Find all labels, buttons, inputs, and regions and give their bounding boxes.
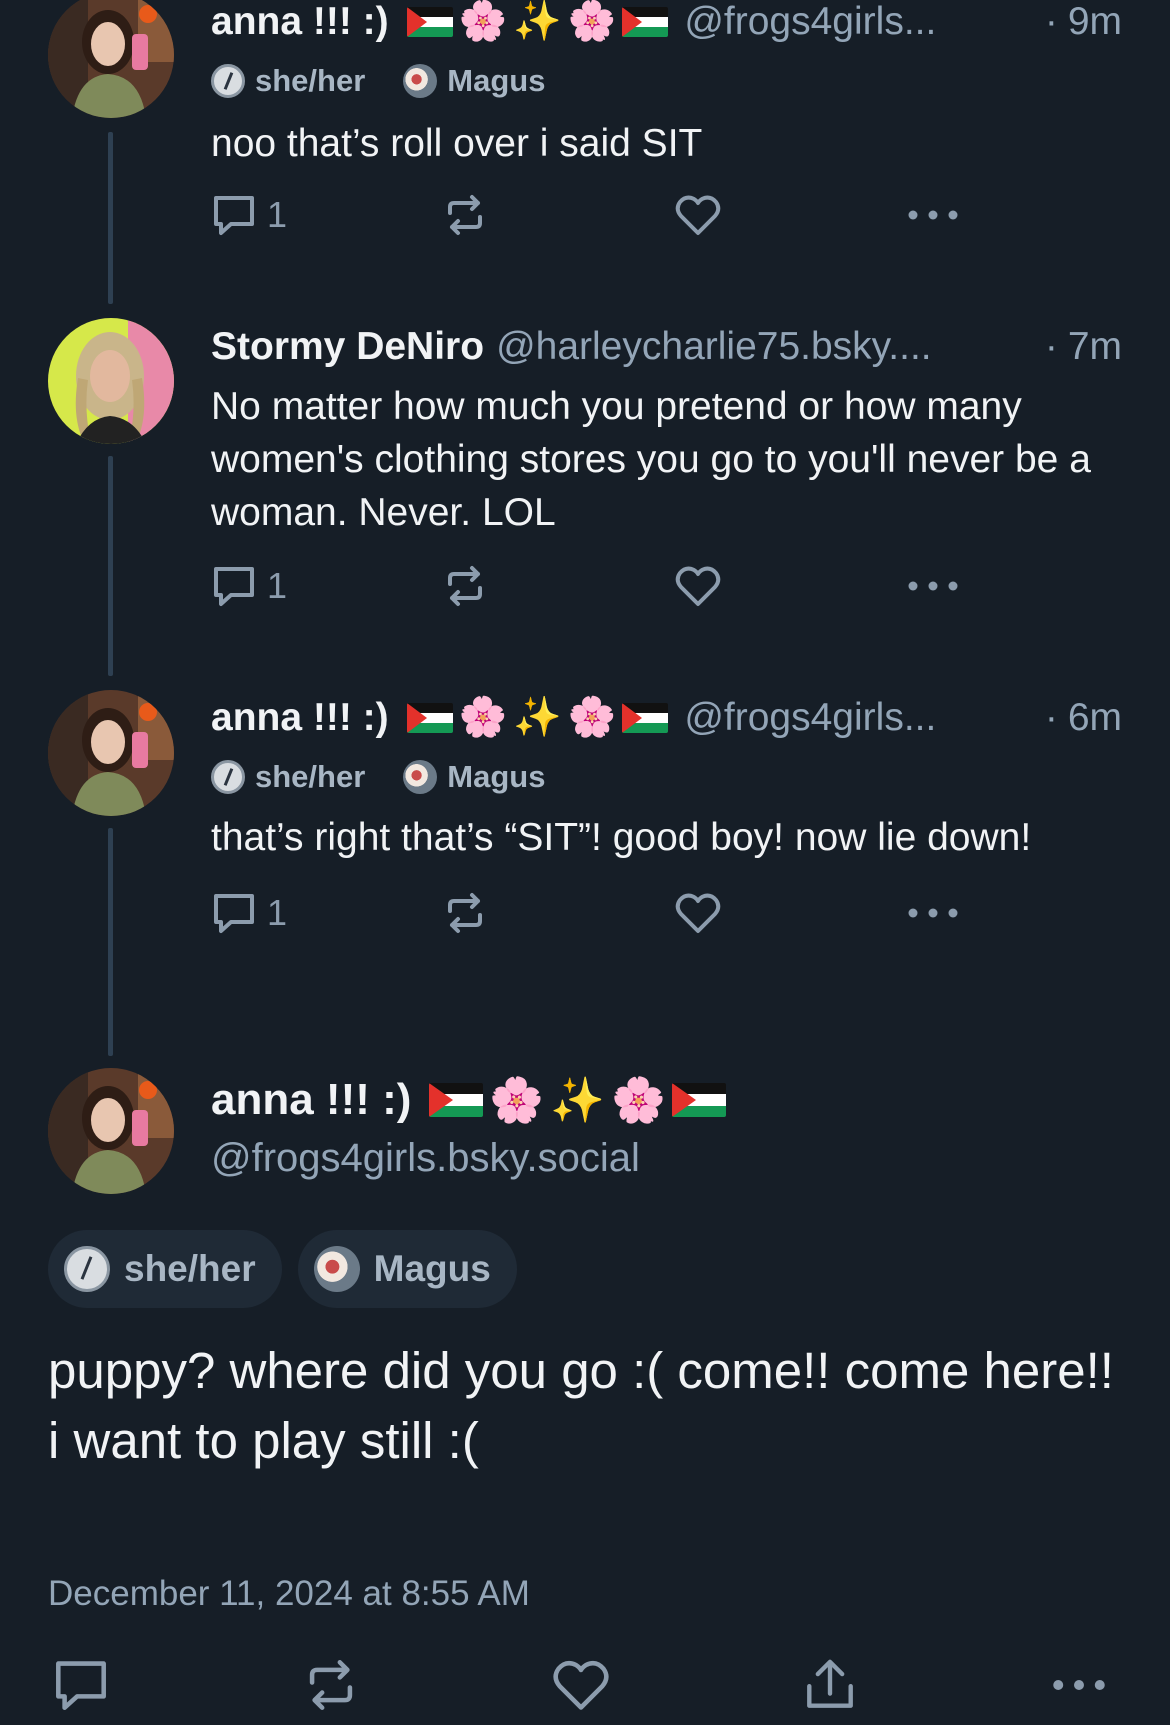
pronouns-label[interactable]: she/her	[48, 1230, 282, 1308]
post-date: December 11, 2024 at 8:55 AM	[48, 1574, 530, 1613]
badge-label[interactable]: Magus	[297, 1230, 517, 1308]
post-thread-page: anna !!! :) 🌸 ✨ 🌸 @frogs4girls... · 9m s…	[0, 0, 1170, 1725]
share-button[interactable]	[802, 1659, 858, 1710]
badge-text: Magus	[373, 1248, 491, 1289]
main-post: anna !!! :) 🌸 ✨ 🌸 @frogs4girls.bsky.soci…	[0, 0, 1170, 1725]
magus-icon	[313, 1246, 360, 1292]
palestine-flag-icon	[671, 1083, 726, 1117]
like-button[interactable]	[551, 1660, 611, 1710]
heart-icon	[553, 1660, 609, 1710]
repost-button[interactable]	[302, 1660, 360, 1710]
author-name[interactable]: anna !!! :)	[211, 1075, 411, 1125]
avatar[interactable]	[48, 1068, 174, 1194]
main-post-actions	[0, 1659, 1170, 1725]
sparkles-emoji: ✨	[550, 1076, 605, 1125]
speech-bubble-icon	[56, 1661, 106, 1710]
repost-arrows-icon	[309, 1660, 353, 1710]
share-upload-icon	[807, 1659, 853, 1708]
profile-labels: she/her Magus	[48, 1230, 517, 1308]
ellipsis-icon	[1053, 1680, 1105, 1690]
pronouns-text: she/her	[124, 1248, 256, 1289]
more-button[interactable]	[1052, 1660, 1106, 1710]
reply-button[interactable]	[52, 1660, 110, 1710]
cherry-blossom-emoji: 🌸	[489, 1076, 545, 1125]
name-emojis: 🌸 ✨ 🌸	[429, 1074, 726, 1126]
main-post-header: anna !!! :) 🌸 ✨ 🌸	[211, 1070, 742, 1130]
cherry-blossom-emoji: 🌸	[611, 1076, 666, 1125]
palestine-flag-icon	[429, 1083, 484, 1117]
post-text: puppy? where did you go :( come!! come h…	[48, 1342, 1114, 1469]
author-handle[interactable]: @frogs4girls.bsky.social	[211, 1136, 640, 1181]
pronouns-icon	[64, 1246, 110, 1292]
